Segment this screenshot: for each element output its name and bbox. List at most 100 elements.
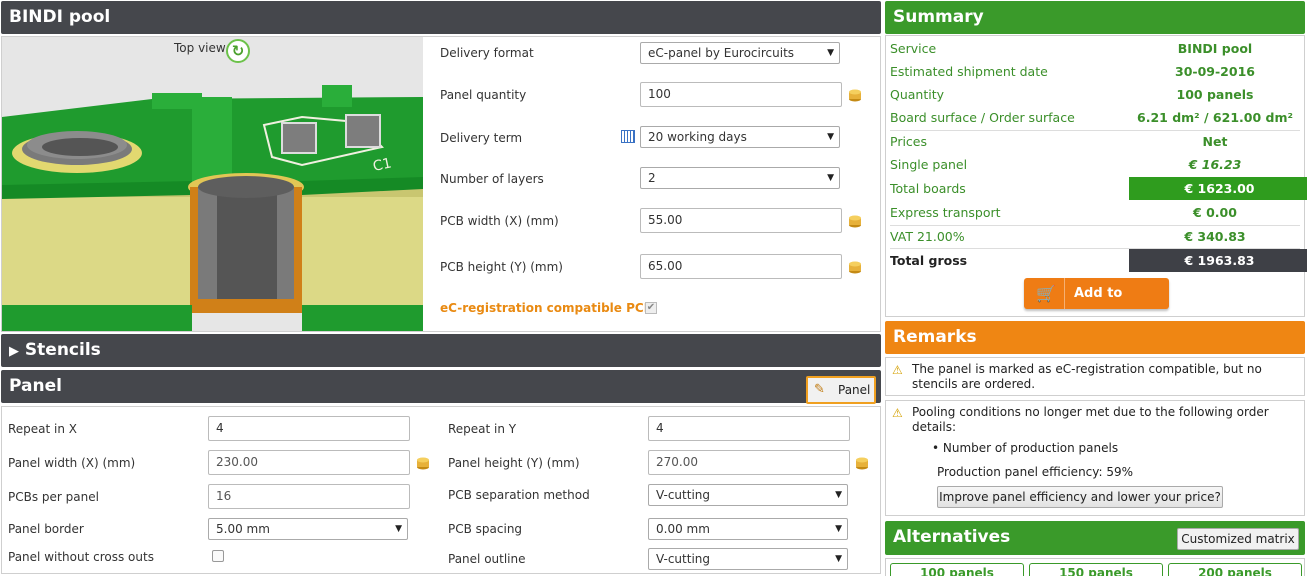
total-boards-label: Total boards (890, 181, 966, 196)
price-coins-icon[interactable] (416, 456, 430, 470)
remark-2-text: Pooling conditions no longer met due to … (912, 405, 1269, 434)
alt-tab-200[interactable]: 200 panels (1168, 563, 1302, 576)
button-divider (1064, 278, 1065, 309)
remark-1-text: The panel is marked as eC-registration c… (912, 362, 1262, 391)
delivery-format-select[interactable]: eC-panel by Eurocircuits ▼ (640, 42, 840, 64)
improve-efficiency-button[interactable]: Improve panel efficiency and lower your … (937, 486, 1223, 508)
calendar-icon[interactable] (621, 130, 635, 143)
quantity-value: 100 panels (1176, 87, 1254, 102)
pcb-height-label: PCB height (Y) (mm) (440, 260, 563, 274)
price-coins-icon[interactable] (855, 456, 869, 470)
quantity-row: Quantity 100 panels (890, 83, 1300, 106)
remarks-title: Remarks (893, 327, 977, 347)
price-coins-icon[interactable] (848, 88, 862, 102)
board-preview: Top view ↻ C1 (2, 37, 423, 331)
pcb-3d-render: C1 (2, 85, 423, 331)
service-label: Service (890, 41, 937, 56)
pcb-spacing-select[interactable]: 0.00 mm ▼ (648, 518, 848, 540)
panel-outline-label: Panel outline (448, 552, 526, 566)
shipment-row: Estimated shipment date 30-09-2016 (890, 60, 1300, 83)
express-row: Express transport € 0.00 (890, 201, 1300, 224)
single-panel-value: € 16.23 (1188, 157, 1242, 172)
alt-tab-150[interactable]: 150 panels (1029, 563, 1163, 576)
chevron-down-icon: ▼ (827, 173, 834, 183)
panel-quantity-input[interactable]: 100 (640, 82, 842, 107)
chevron-down-icon: ▼ (395, 524, 402, 534)
efficiency-text: Production panel efficiency: 59% (937, 465, 1134, 479)
summary-panel: Service BINDI pool Estimated shipment dat… (885, 35, 1307, 332)
summary-header: Summary (885, 1, 1305, 34)
separation-label: PCB separation method (448, 488, 590, 502)
total-boards-row: Total boards € 1623.00 (890, 177, 1307, 200)
pcbs-per-panel-label: PCBs per panel (8, 490, 99, 504)
repeat-y-input[interactable]: 4 (648, 416, 850, 441)
panel-border-value: 5.00 mm (216, 522, 270, 536)
panel-height-label: Panel height (Y) (mm) (448, 456, 580, 470)
pcb-spacing-label: PCB spacing (448, 522, 523, 536)
single-panel-row: Single panel € 16.23 (890, 153, 1300, 176)
alternatives-title: Alternatives (893, 527, 1011, 547)
surface-label: Board surface / Order surface (890, 110, 1075, 125)
pcb-width-input[interactable]: 55.00 (640, 208, 842, 233)
surface-value: 6.21 dm² / 621.00 dm² (1137, 110, 1293, 125)
prices-label: Prices (890, 134, 928, 149)
ecreg-checkbox[interactable]: ✔ (645, 302, 657, 314)
summary-title: Summary (893, 7, 984, 27)
cart-icon: 🛒 (1036, 284, 1056, 303)
remark-bullet: • Number of production panels (932, 441, 1119, 455)
panel-width-input: 230.00 (208, 450, 410, 475)
crossouts-checkbox[interactable] (212, 550, 224, 562)
main-title: BINDI pool (1, 1, 881, 34)
chevron-down-icon: ▼ (835, 490, 842, 500)
price-coins-icon[interactable] (848, 260, 862, 274)
chevron-down-icon: ▼ (827, 132, 834, 142)
delivery-term-label: Delivery term (440, 131, 523, 145)
service-value: BINDI pool (1177, 41, 1253, 56)
warning-icon: ⚠ (892, 406, 903, 420)
remark-2: ⚠ Pooling conditions no longer met due t… (885, 400, 1305, 516)
pcb-height-input[interactable]: 65.00 (640, 254, 842, 279)
expand-arrow-icon: ▶ (9, 344, 19, 359)
panel-settings: Repeat in X 4 Repeat in Y 4 Panel width … (1, 406, 881, 574)
surface-row: Board surface / Order surface 6.21 dm² / … (890, 106, 1300, 129)
gross-label: Total gross (890, 253, 968, 268)
prices-value: Net (1202, 134, 1228, 149)
single-panel-label: Single panel (890, 157, 968, 172)
separation-select[interactable]: V-cutting ▼ (648, 484, 848, 506)
delivery-format-value: eC-panel by Eurocircuits (648, 46, 795, 60)
repeat-y-label: Repeat in Y (448, 422, 517, 436)
chevron-down-icon: ▼ (827, 48, 834, 58)
repeat-x-input[interactable]: 4 (208, 416, 410, 441)
panel-outline-value: V-cutting (656, 552, 711, 566)
vat-value: € 340.83 (1184, 229, 1246, 244)
prices-row: Prices Net (890, 130, 1300, 153)
shipment-label: Estimated shipment date (890, 64, 1048, 79)
customized-matrix-button[interactable]: Customized matrix (1177, 528, 1299, 550)
panel-header: Panel (1, 370, 881, 403)
warning-icon: ⚠ (892, 363, 903, 377)
layers-select[interactable]: 2 ▼ (640, 167, 840, 189)
panel-border-select[interactable]: 5.00 mm ▼ (208, 518, 408, 540)
panel-outline-select[interactable]: V-cutting ▼ (648, 548, 848, 570)
stencils-title: Stencils (24, 340, 101, 360)
panel-quantity-label: Panel quantity (440, 88, 527, 102)
pcbs-per-panel-input: 16 (208, 484, 410, 509)
pcb-width-label: PCB width (X) (mm) (440, 214, 559, 228)
magic-wand-icon: ✎ (814, 382, 825, 397)
layers-value: 2 (648, 171, 656, 185)
repeat-x-label: Repeat in X (8, 422, 78, 436)
quantity-label: Quantity (890, 87, 945, 102)
alt-tab-100[interactable]: 100 panels (890, 563, 1024, 576)
remarks-header: Remarks (885, 321, 1305, 354)
layers-label: Number of layers (440, 172, 544, 186)
chevron-down-icon: ▼ (835, 524, 842, 534)
price-coins-icon[interactable] (848, 214, 862, 228)
stencils-header[interactable]: ▶ Stencils (1, 334, 881, 367)
panel-wizard-button[interactable]: ✎ Panel (806, 376, 876, 404)
remark-1: ⚠ The panel is marked as eC-registration… (885, 357, 1305, 396)
add-to-basket-button[interactable]: 🛒 Add to basket (1024, 278, 1169, 332)
crossouts-label: Panel without cross outs (8, 550, 154, 564)
panel-button-label: Panel (838, 383, 871, 397)
panel-height-input: 270.00 (648, 450, 850, 475)
delivery-term-select[interactable]: 20 working days ▼ (640, 126, 840, 148)
